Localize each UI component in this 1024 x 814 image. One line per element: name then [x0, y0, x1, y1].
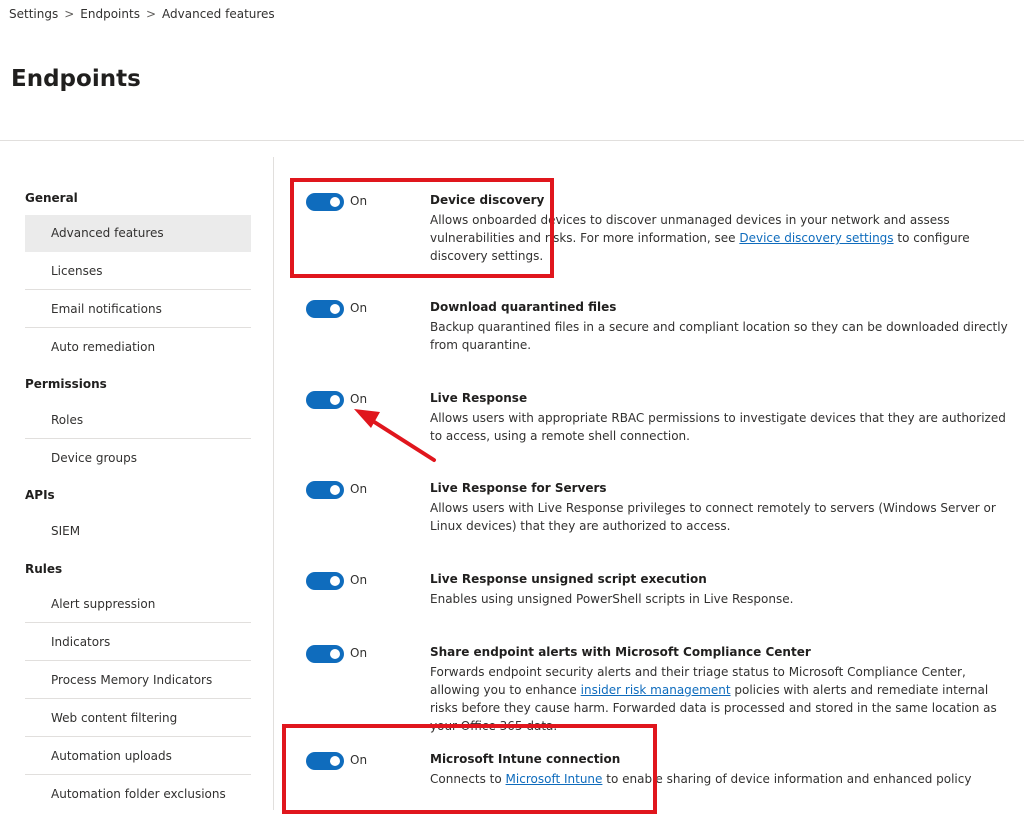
device-discovery-settings-link[interactable]: Device discovery settings — [739, 231, 893, 245]
toggle-knob — [330, 649, 340, 659]
toggle-state-label: On — [350, 573, 368, 587]
nav-group-general: General — [25, 191, 78, 205]
sidebar-item-device-groups[interactable]: Device groups — [25, 440, 251, 477]
nav-group-rules: Rules — [25, 562, 63, 576]
setting-description: Allows onboarded devices to discover unm… — [430, 213, 970, 263]
sidebar-item-siem[interactable]: SIEM — [25, 513, 251, 550]
sidebar-item-automation-folder-exclusions[interactable]: Automation folder exclusions — [25, 776, 251, 813]
setting-description: Backup quarantined files in a secure and… — [430, 320, 1008, 352]
sidebar-item-web-content-filtering[interactable]: Web content filtering — [25, 700, 251, 737]
toggle-knob — [330, 576, 340, 586]
microsoft-intune-connection-toggle[interactable] — [306, 752, 344, 770]
toggle-state-label: On — [350, 301, 368, 315]
download-quarantined-files-toggle[interactable] — [306, 300, 344, 318]
setting-title: Live Response — [430, 391, 528, 405]
sidebar-item-roles[interactable]: Roles — [25, 402, 251, 439]
breadcrumb-settings[interactable]: Settings — [9, 7, 58, 21]
setting-description: Enables using unsigned PowerShell script… — [430, 592, 794, 606]
setting-description: Allows users with Live Response privileg… — [430, 501, 996, 533]
toggle-state-label: On — [350, 482, 368, 496]
live-response-for-servers-toggle[interactable] — [306, 481, 344, 499]
header-divider — [0, 140, 1024, 141]
breadcrumb-advanced-features: Advanced features — [162, 7, 275, 21]
toggle-state-label: On — [350, 194, 368, 208]
sidebar-item-indicators[interactable]: Indicators — [25, 624, 251, 661]
sidebar-divider — [273, 157, 274, 810]
sidebar-item-advanced-features[interactable]: Advanced features — [25, 215, 251, 252]
setting-description: Allows users with appropriate RBAC permi… — [430, 411, 1006, 443]
chevron-right-icon: > — [64, 7, 75, 21]
toggle-knob — [330, 304, 340, 314]
setting-title: Microsoft Intune connection — [430, 752, 621, 766]
toggle-knob — [330, 395, 340, 405]
toggle-state-label: On — [350, 646, 368, 660]
insider-risk-management-link[interactable]: insider risk management — [581, 683, 731, 697]
setting-title: Device discovery — [430, 193, 545, 207]
setting-description: Forwards endpoint security alerts and th… — [430, 665, 997, 733]
device-discovery-toggle[interactable] — [306, 193, 344, 211]
setting-title: Live Response unsigned script execution — [430, 572, 707, 586]
live-response-toggle[interactable] — [306, 391, 344, 409]
toggle-state-label: On — [350, 392, 368, 406]
breadcrumb-endpoints[interactable]: Endpoints — [80, 7, 140, 21]
setting-title: Live Response for Servers — [430, 481, 607, 495]
toggle-knob — [330, 197, 340, 207]
breadcrumb: Settings > Endpoints > Advanced features — [9, 7, 275, 21]
sidebar-item-auto-remediation[interactable]: Auto remediation — [25, 329, 251, 366]
setting-description: Connects to Microsoft Intune to enable s… — [430, 772, 972, 786]
nav-group-permissions: Permissions — [25, 377, 107, 391]
sidebar-item-licenses[interactable]: Licenses — [25, 253, 251, 290]
setting-title: Download quarantined files — [430, 300, 617, 314]
nav-group-apis: APIs — [25, 488, 55, 502]
live-response-unsigned-script-toggle[interactable] — [306, 572, 344, 590]
sidebar-item-alert-suppression[interactable]: Alert suppression — [25, 586, 251, 623]
sidebar-item-email-notifications[interactable]: Email notifications — [25, 291, 251, 328]
share-endpoint-alerts-toggle[interactable] — [306, 645, 344, 663]
toggle-knob — [330, 485, 340, 495]
page-title: Endpoints — [11, 66, 141, 92]
setting-title: Share endpoint alerts with Microsoft Com… — [430, 645, 811, 659]
microsoft-intune-link[interactable]: Microsoft Intune — [506, 772, 603, 786]
sidebar-item-automation-uploads[interactable]: Automation uploads — [25, 738, 251, 775]
sidebar-item-process-memory-indicators[interactable]: Process Memory Indicators — [25, 662, 251, 699]
toggle-knob — [330, 756, 340, 766]
chevron-right-icon: > — [145, 7, 157, 21]
toggle-state-label: On — [350, 753, 368, 767]
